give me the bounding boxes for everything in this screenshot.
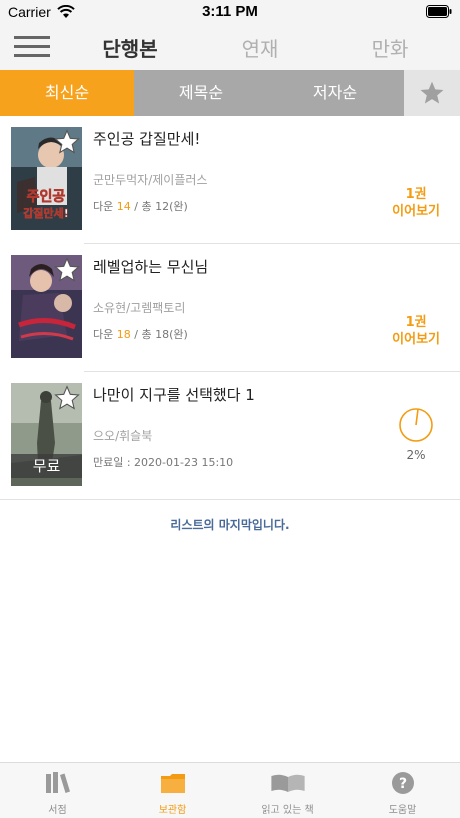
- status-bar: Carrier 3:11 PM: [0, 0, 460, 24]
- book-item[interactable]: 주인공 갑질만세! 주인공 갑질만세! 군만두먹자/제이플러스 다운 14 / …: [0, 116, 460, 244]
- star-icon: [420, 81, 444, 104]
- book-item[interactable]: 레벨업하는 무신님 소유현/고렘팩토리 다운 18 / 총 18(완) 1권 이…: [0, 244, 460, 372]
- sort-latest-button[interactable]: 최신순: [0, 70, 134, 116]
- tab-help[interactable]: ? 도움말: [345, 763, 460, 818]
- books-icon: [46, 772, 70, 793]
- sort-author-button[interactable]: 저자순: [268, 70, 402, 116]
- tab-store-label: 서점: [48, 805, 67, 816]
- book-download-info: 다운 18 / 총 18(완): [93, 328, 188, 341]
- book-cover: 주인공 갑질만세!: [11, 127, 82, 230]
- svg-text:주인공: 주인공: [27, 188, 66, 205]
- favorite-star-icon[interactable]: [54, 257, 80, 283]
- hamburger-menu-icon[interactable]: [14, 35, 50, 59]
- download-progress-label: 2%: [406, 448, 426, 462]
- book-title: 레벨업하는 무신님: [93, 258, 209, 276]
- tab-reading[interactable]: 읽고 있는 책: [230, 763, 345, 818]
- battery-icon: [426, 5, 452, 18]
- book-item[interactable]: 무료 나만이 지구를 선택했다 1 으오/휘슬북 만료일 : 2020-01-2…: [0, 372, 460, 500]
- continue-reading-button[interactable]: 1권 이어보기: [392, 186, 440, 220]
- tab-store[interactable]: 서점: [0, 763, 115, 818]
- continue-reading-button[interactable]: 1권 이어보기: [392, 314, 440, 348]
- help-icon: ?: [392, 772, 414, 794]
- tab-serial[interactable]: 연재: [214, 33, 306, 62]
- sort-bar: 최신순 제목순 저자순: [0, 70, 460, 116]
- favorite-star-icon[interactable]: [54, 385, 80, 411]
- tab-library[interactable]: 보관함: [115, 763, 230, 818]
- divider: [0, 499, 460, 500]
- free-badge: 무료: [11, 454, 82, 478]
- downloaded-count: 14: [116, 200, 131, 213]
- open-book-icon: [271, 774, 305, 792]
- book-expiry-date: 만료일 : 2020-01-23 15:10: [93, 456, 234, 469]
- downloaded-count: 18: [116, 328, 131, 341]
- download-progress-icon[interactable]: [398, 407, 434, 443]
- bottom-tab-bar: 서점 보관함 읽고 있는 책 ? 도움말: [0, 762, 460, 818]
- tab-help-label: 도움말: [388, 805, 417, 816]
- book-download-info: 다운 14 / 총 12(완): [93, 200, 188, 213]
- favorites-filter-button[interactable]: [404, 70, 460, 116]
- svg-text:?: ?: [399, 776, 407, 792]
- clock-label: 3:11 PM: [202, 3, 258, 20]
- favorite-star-icon[interactable]: [54, 129, 80, 155]
- book-author: 으오/휘슬북: [93, 429, 153, 443]
- book-title: 나만이 지구를 선택했다 1: [93, 386, 255, 404]
- tab-books[interactable]: 단행본: [84, 33, 176, 62]
- book-title: 주인공 갑질만세!: [93, 130, 201, 148]
- sort-title-button[interactable]: 제목순: [134, 70, 268, 116]
- folder-icon: [161, 774, 185, 793]
- svg-text:갑질만세!: 갑질만세!: [23, 206, 69, 220]
- tab-comics[interactable]: 만화: [344, 33, 436, 62]
- tab-reading-label: 읽고 있는 책: [261, 805, 314, 816]
- header: 단행본 연재 만화: [0, 24, 460, 70]
- list-end-message: 리스트의 마지막입니다.: [170, 518, 290, 532]
- book-author: 소유현/고렘팩토리: [93, 301, 186, 315]
- book-cover: 무료: [11, 383, 82, 486]
- book-author: 군만두먹자/제이플러스: [93, 173, 208, 187]
- tab-library-label: 보관함: [158, 805, 187, 816]
- book-cover: [11, 255, 82, 358]
